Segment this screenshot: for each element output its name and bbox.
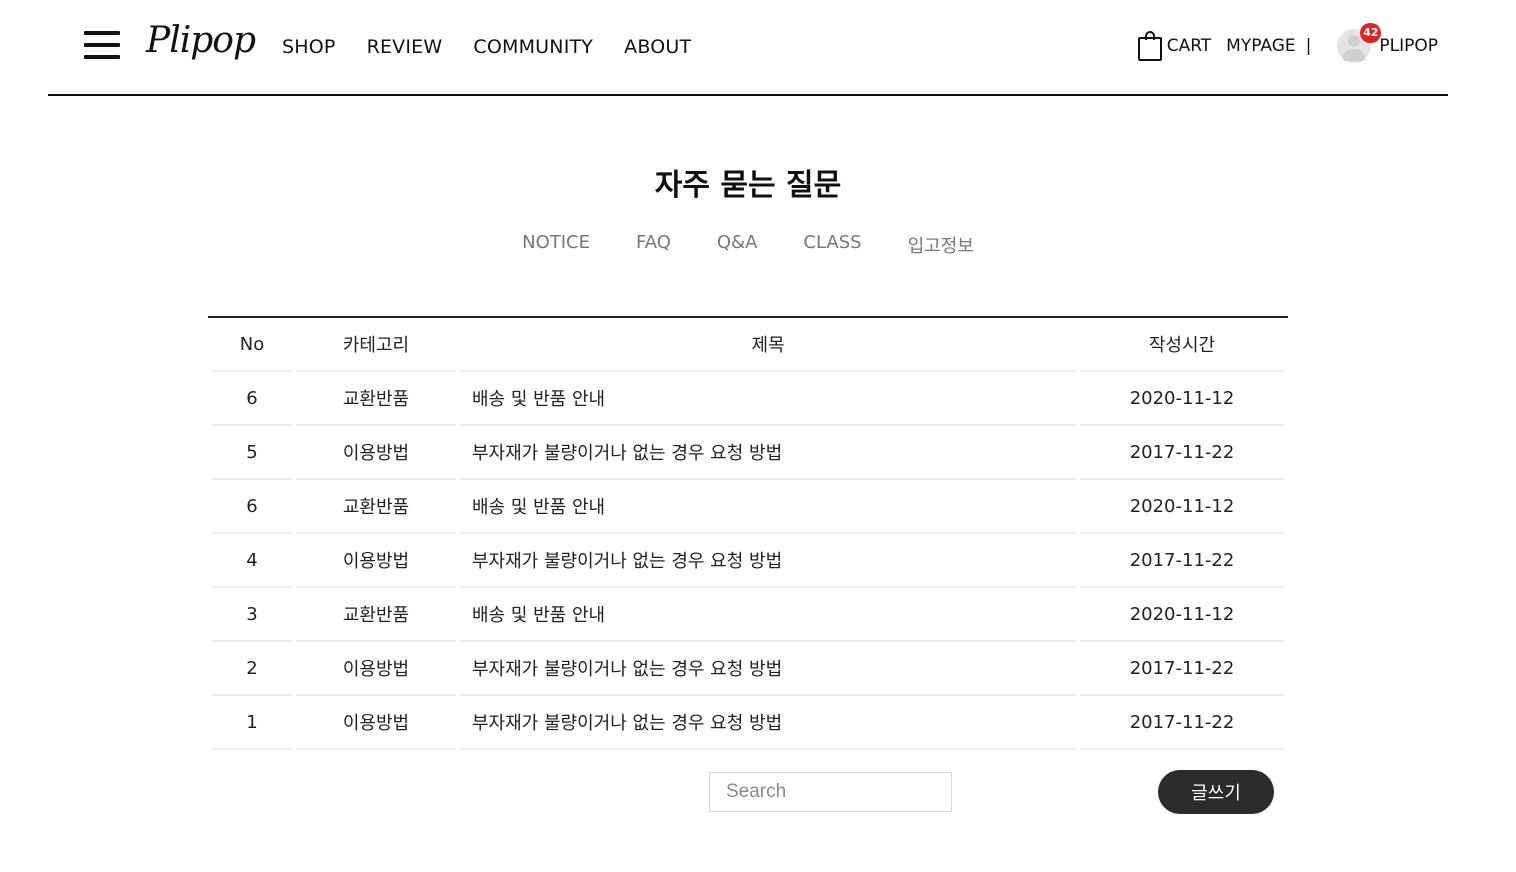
nav-shop[interactable]: SHOP (282, 36, 336, 58)
nav-about[interactable]: ABOUT (624, 36, 691, 58)
row-date: 2020-11-12 (1080, 372, 1284, 426)
column-header-no: No (212, 318, 292, 372)
row-number: 1 (212, 696, 292, 750)
tab-qna[interactable]: Q&A (717, 232, 758, 258)
row-date: 2017-11-22 (1080, 426, 1284, 480)
row-date: 2020-11-12 (1080, 480, 1284, 534)
notification-badge: 42 (1360, 23, 1382, 43)
table-row[interactable]: 1 이용방법 부자재가 불량이거나 없는 경우 요청 방법 2017-11-22 (208, 696, 1288, 750)
row-title-link[interactable]: 부자재가 불량이거나 없는 경우 요청 방법 (460, 642, 1076, 696)
hamburger-menu-icon[interactable] (84, 31, 120, 59)
table-row[interactable]: 4 이용방법 부자재가 불량이거나 없는 경우 요청 방법 2017-11-22 (208, 534, 1288, 588)
tab-class[interactable]: CLASS (803, 232, 861, 258)
site-logo[interactable]: Plipop (146, 20, 256, 61)
row-title-link[interactable]: 배송 및 반품 안내 (460, 480, 1076, 534)
table-row[interactable]: 6 교환반품 배송 및 반품 안내 2020-11-12 (208, 480, 1288, 534)
avatar[interactable]: 42 (1337, 23, 1382, 63)
user-name-link[interactable]: PLIPOP (1379, 36, 1438, 56)
page-title: 자주 묻는 질문 (654, 168, 842, 203)
row-number: 3 (212, 588, 292, 642)
table-header-row: No 카테고리 제목 작성시간 (208, 318, 1288, 372)
user-icon (1348, 35, 1361, 47)
row-date: 2017-11-22 (1080, 642, 1284, 696)
row-number: 4 (212, 534, 292, 588)
row-title-link[interactable]: 배송 및 반품 안내 (460, 372, 1076, 426)
row-date: 2017-11-22 (1080, 696, 1284, 750)
faq-table: No 카테고리 제목 작성시간 6 교환반품 배송 및 반품 안내 2020-11-1… (208, 316, 1288, 750)
column-header-title: 제목 (460, 318, 1076, 372)
tab-stock-info[interactable]: 입고정보 (908, 232, 974, 258)
nav-community[interactable]: COMMUNITY (473, 36, 593, 58)
row-category: 교환반품 (296, 588, 456, 642)
row-category: 교환반품 (296, 372, 456, 426)
row-title-link[interactable]: 부자재가 불량이거나 없는 경우 요청 방법 (460, 696, 1076, 750)
row-number: 6 (212, 480, 292, 534)
cart-link[interactable]: CART (1167, 36, 1211, 56)
column-header-category: 카테고리 (296, 318, 456, 372)
shopping-bag-icon[interactable] (1137, 31, 1163, 61)
user-utility-bar: CART MYPAGE | 42 PLIPOP (1137, 23, 1438, 66)
row-number: 6 (212, 372, 292, 426)
board-tabs: NOTICE FAQ Q&A CLASS 입고정보 (0, 232, 1496, 258)
row-title-link[interactable]: 부자재가 불량이거나 없는 경우 요청 방법 (460, 534, 1076, 588)
row-number: 2 (212, 642, 292, 696)
row-date: 2020-11-12 (1080, 588, 1284, 642)
row-title-link[interactable]: 배송 및 반품 안내 (460, 588, 1076, 642)
row-number: 5 (212, 426, 292, 480)
write-post-button[interactable]: 글쓰기 (1158, 770, 1274, 814)
site-header: Plipop SHOP REVIEW COMMUNITY ABOUT CART … (48, 0, 1448, 96)
tab-faq[interactable]: FAQ (636, 232, 671, 258)
row-title-link[interactable]: 부자재가 불량이거나 없는 경우 요청 방법 (460, 426, 1076, 480)
row-category: 이용방법 (296, 642, 456, 696)
column-header-date: 작성시간 (1080, 318, 1284, 372)
nav-review[interactable]: REVIEW (367, 36, 443, 58)
row-category: 이용방법 (296, 696, 456, 750)
row-category: 이용방법 (296, 534, 456, 588)
divider: | (1305, 36, 1312, 56)
table-row[interactable]: 5 이용방법 부자재가 불량이거나 없는 경우 요청 방법 2017-11-22 (208, 426, 1288, 480)
row-category: 교환반품 (296, 480, 456, 534)
search-input[interactable] (709, 772, 952, 812)
row-category: 이용방법 (296, 426, 456, 480)
tab-notice[interactable]: NOTICE (522, 232, 590, 258)
table-row[interactable]: 6 교환반품 배송 및 반품 안내 2020-11-12 (208, 372, 1288, 426)
main-nav: SHOP REVIEW COMMUNITY ABOUT (282, 36, 691, 58)
mypage-link[interactable]: MYPAGE (1226, 36, 1295, 56)
row-date: 2017-11-22 (1080, 534, 1284, 588)
table-row[interactable]: 2 이용방법 부자재가 불량이거나 없는 경우 요청 방법 2017-11-22 (208, 642, 1288, 696)
table-row[interactable]: 3 교환반품 배송 및 반품 안내 2020-11-12 (208, 588, 1288, 642)
